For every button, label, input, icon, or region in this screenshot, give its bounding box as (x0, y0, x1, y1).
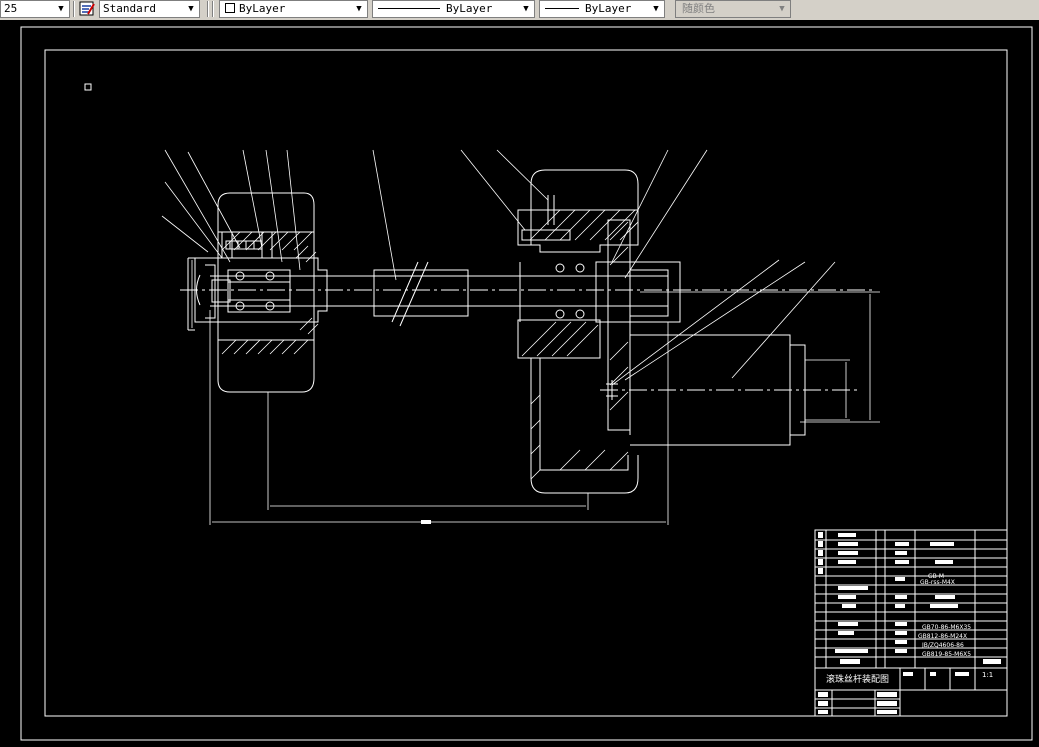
lineweight-value: ByLayer (585, 2, 632, 15)
chevron-down-icon[interactable]: ▼ (185, 1, 197, 17)
part-code-text: GB-rss-M4X (920, 579, 955, 586)
bom-part-codes: GB70-86-M6X35 GB812-86-M24X JB/ZQ4606-86… (918, 573, 971, 658)
lineweight-preview-icon (545, 8, 579, 9)
left-housing-hatching (221, 231, 319, 355)
part-code-text: GB812-86-M24X (918, 633, 967, 640)
part-code-text: GB819-85-M6X5 (922, 651, 971, 658)
leader-lines (161, 149, 836, 386)
text-style-manager-button[interactable] (78, 0, 96, 18)
motor (600, 334, 860, 446)
chevron-down-icon[interactable]: ▼ (650, 1, 662, 17)
right-housing-hatching (521, 209, 639, 480)
assembly-drawing: GB70-86-M6X35 GB812-86-M24X JB/ZQ4606-86… (20, 26, 1033, 741)
sheet-inner-border (44, 49, 1008, 717)
part-code-text: GB-M- (928, 573, 946, 580)
color-swatch-icon (225, 3, 235, 13)
drawing-canvas[interactable]: GB70-86-M6X35 GB812-86-M24X JB/ZQ4606-86… (0, 20, 1039, 743)
chevron-down-icon[interactable]: ▼ (353, 1, 365, 17)
linetype-value: ByLayer (446, 2, 493, 15)
chevron-down-icon[interactable]: ▼ (520, 1, 532, 17)
lineweight-combo[interactable]: ByLayer ▼ (539, 0, 665, 18)
linetype-preview-icon (378, 8, 440, 9)
plot-style-combo[interactable]: 随颜色 ▼ (675, 0, 791, 18)
text-style-value: Standard (103, 2, 156, 15)
chevron-down-icon[interactable]: ▼ (776, 1, 788, 17)
part-code-text: GB70-86-M6X35 (922, 624, 971, 631)
dim-scale-value: 25 (4, 2, 18, 15)
text-style-icon (79, 1, 95, 16)
chevron-down-icon[interactable]: ▼ (55, 1, 67, 17)
color-combo[interactable]: ByLayer ▼ (219, 0, 368, 18)
ucs-marker (84, 83, 92, 91)
ball-screw-shaft (210, 261, 668, 327)
title-block-name: 滚珠丝杆装配图 (826, 673, 889, 685)
dim-scale-combo[interactable]: 25 ▼ (0, 0, 70, 18)
sheet-outer-border (20, 26, 1033, 741)
toolbar-separator (212, 1, 214, 17)
text-style-combo[interactable]: Standard ▼ (99, 0, 200, 18)
properties-toolbar: 25 ▼ Standard ▼ ByLayer ▼ ByLayer ▼ ByLa… (0, 0, 1039, 21)
title-block-scale: 1:1 (982, 671, 993, 679)
toolbar-separator (73, 1, 75, 17)
color-value: ByLayer (239, 2, 286, 15)
linetype-combo[interactable]: ByLayer ▼ (372, 0, 535, 18)
toolbar-separator (207, 1, 209, 17)
plot-style-value: 随颜色 (682, 2, 715, 15)
part-code-text: JB/ZQ4606-86 (921, 642, 964, 649)
